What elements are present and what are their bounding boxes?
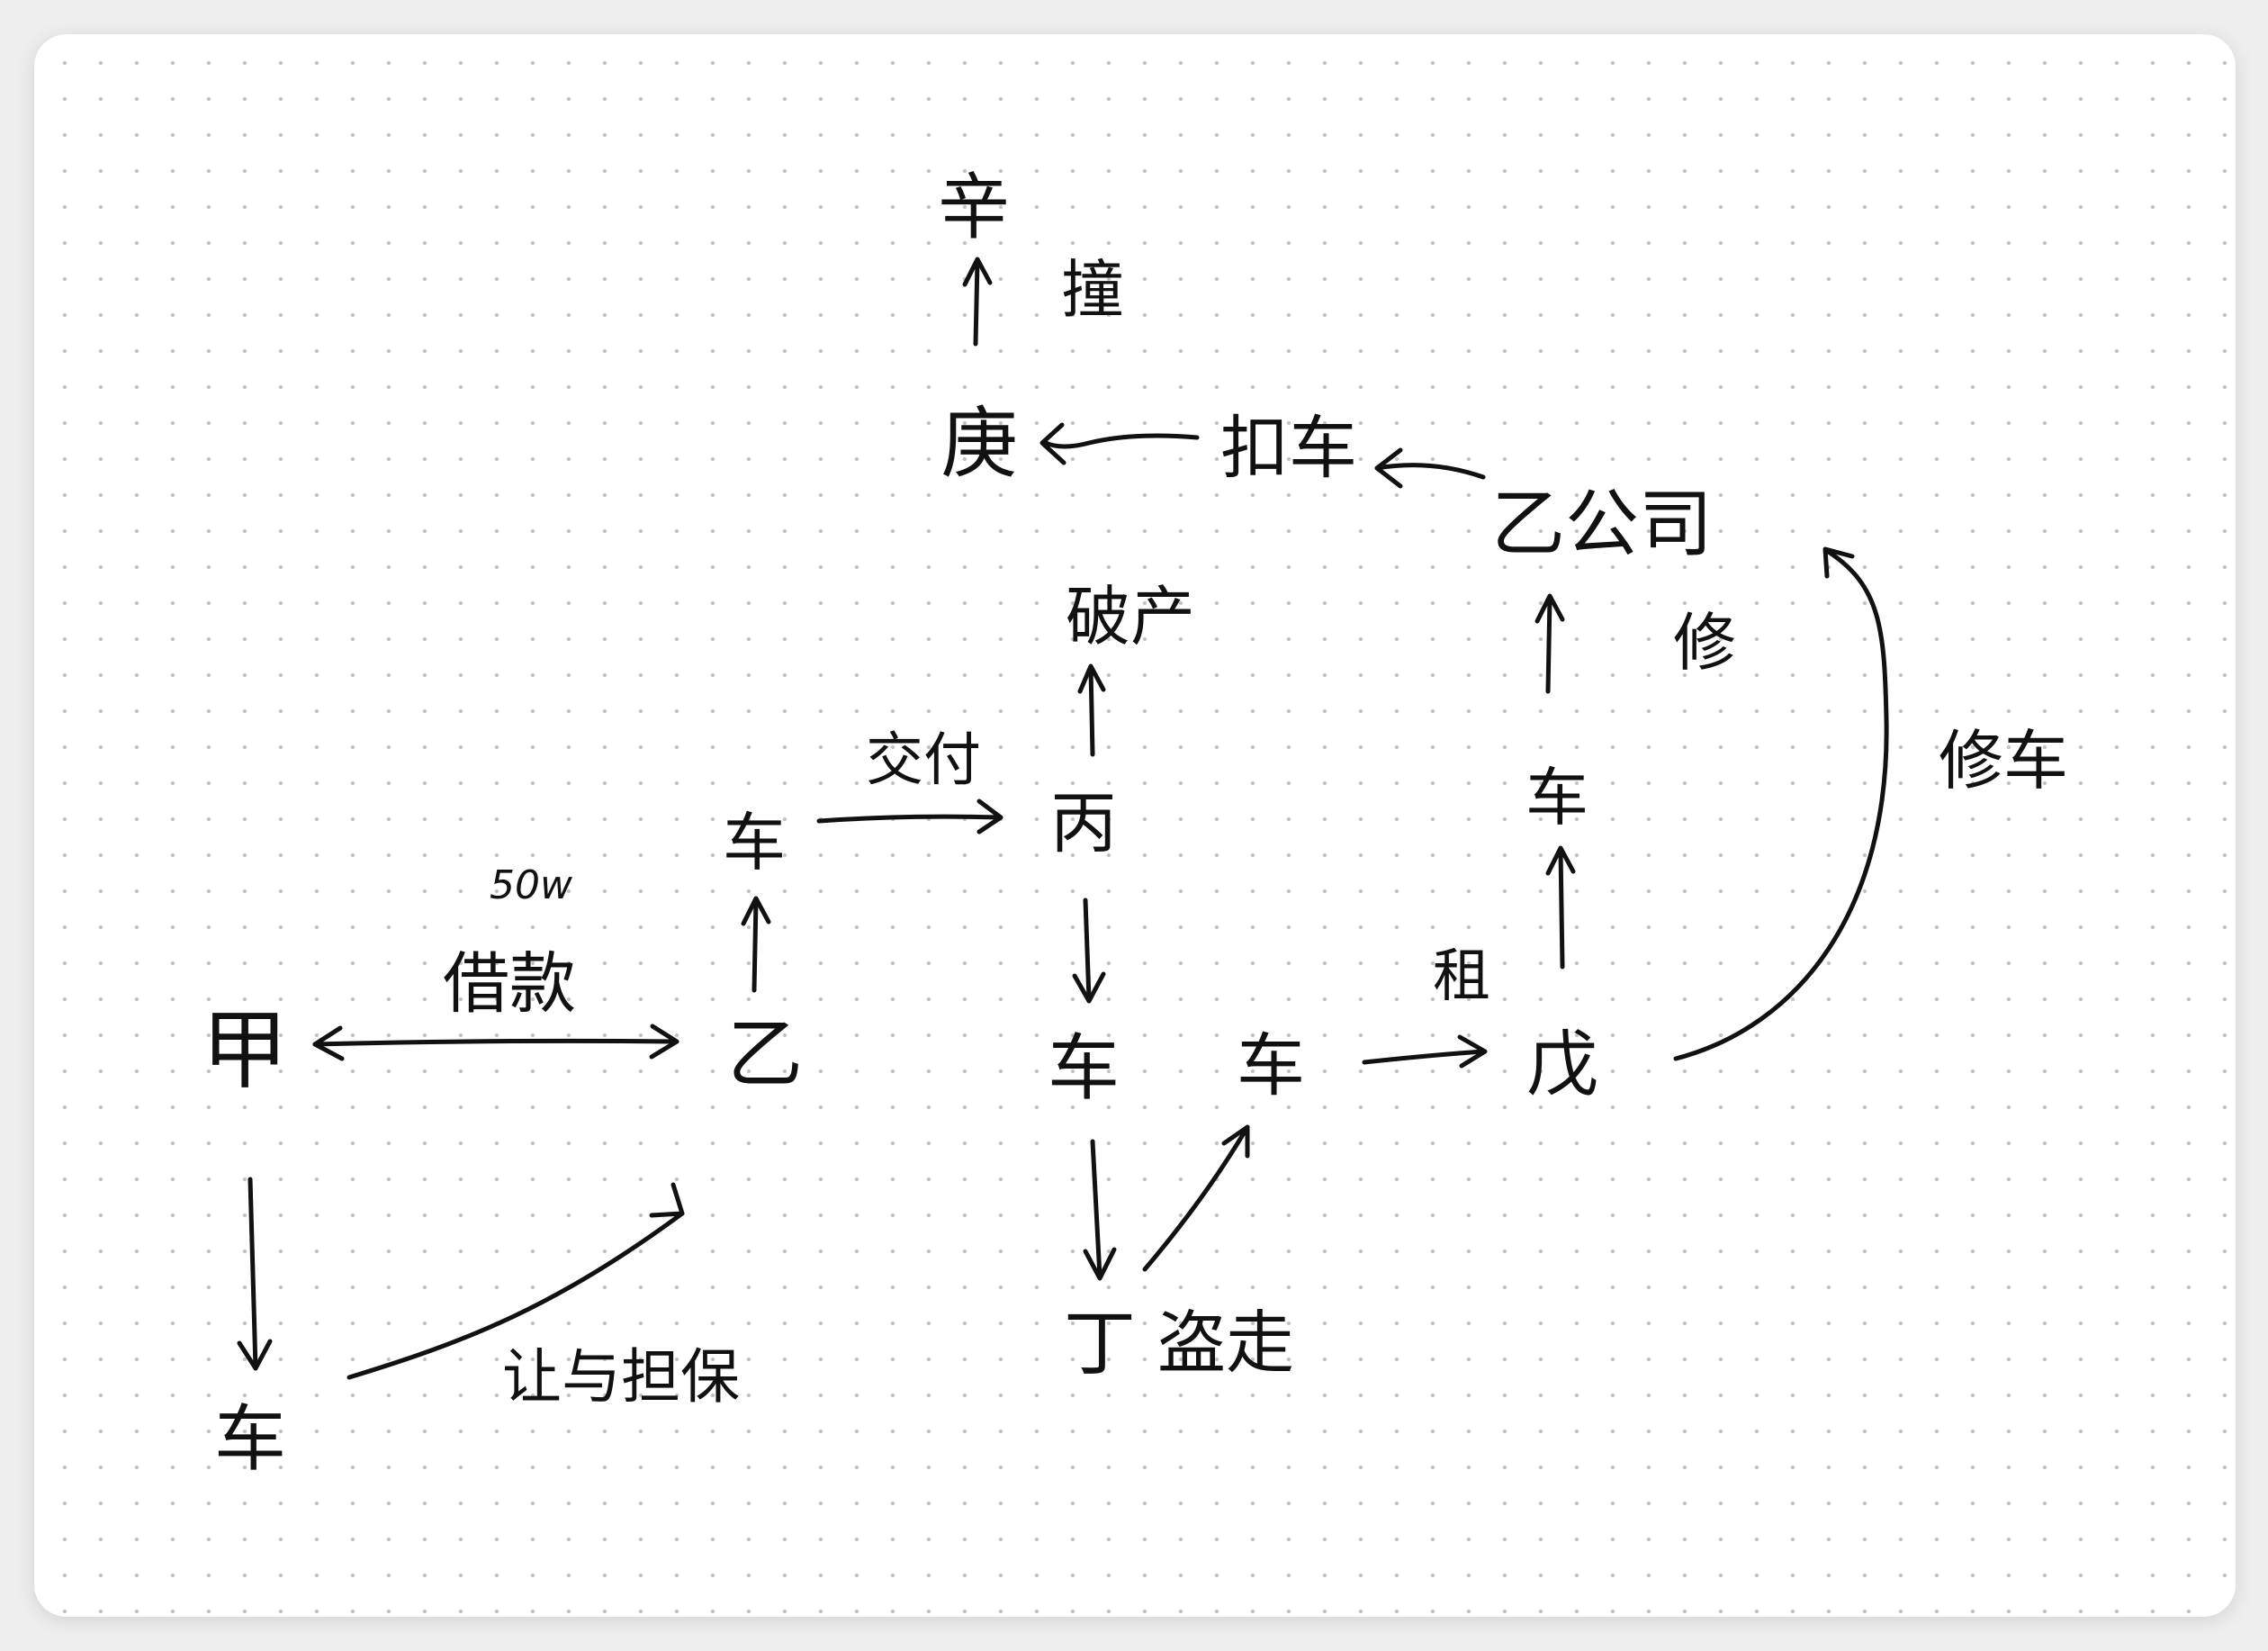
label-deliver: 交付 bbox=[866, 727, 981, 794]
arrow-bing-to-pochan bbox=[1088, 665, 1095, 757]
label-crash: 撞 bbox=[1061, 253, 1124, 327]
arrow-che-to-yicompany bbox=[1545, 595, 1552, 694]
node-xin: 辛 bbox=[938, 166, 1010, 249]
diagram-canvas: 甲 乙 车 车 丙 车 丁 车 戊 车 乙公司 扣车 庚 辛 破产 50w 借款… bbox=[0, 0, 2268, 1651]
arrow-yi-to-che bbox=[752, 898, 759, 993]
node-yi: 乙 bbox=[727, 1010, 803, 1098]
node-yi-company: 乙公司 bbox=[1491, 482, 1713, 567]
arrow-geng-to-xin bbox=[973, 258, 980, 347]
label-repair: 修 bbox=[1673, 606, 1736, 680]
node-che-ding: 车 bbox=[1237, 1025, 1305, 1105]
node-wu: 戊 bbox=[1526, 1023, 1598, 1106]
arrow-wu-to-che bbox=[1558, 847, 1565, 970]
label-amount: 50w bbox=[490, 862, 573, 908]
label-steal: 盗走 bbox=[1157, 1303, 1294, 1383]
node-che-jia: 车 bbox=[214, 1397, 286, 1481]
label-transfer-guarantee: 让与担保 bbox=[502, 1342, 740, 1412]
node-kou-che: 扣车 bbox=[1220, 408, 1357, 488]
node-che-bing: 车 bbox=[1048, 1026, 1120, 1110]
node-ding: 丁 bbox=[1064, 1302, 1136, 1385]
node-jia: 甲 bbox=[202, 1000, 288, 1101]
node-che-yi: 车 bbox=[723, 806, 786, 880]
label-repair-car: 修车 bbox=[1939, 723, 2068, 798]
diagram-svg: 甲 乙 车 车 丙 车 丁 车 戊 车 乙公司 扣车 庚 辛 破产 50w 借款… bbox=[34, 34, 2236, 1617]
node-che-wu: 车 bbox=[1526, 761, 1588, 835]
node-geng: 庚 bbox=[940, 399, 1018, 489]
node-po-chan: 破产 bbox=[1066, 579, 1195, 654]
label-loan: 借款 bbox=[443, 945, 576, 1023]
node-bing: 丙 bbox=[1050, 785, 1117, 862]
label-rent: 租 bbox=[1433, 943, 1490, 1010]
